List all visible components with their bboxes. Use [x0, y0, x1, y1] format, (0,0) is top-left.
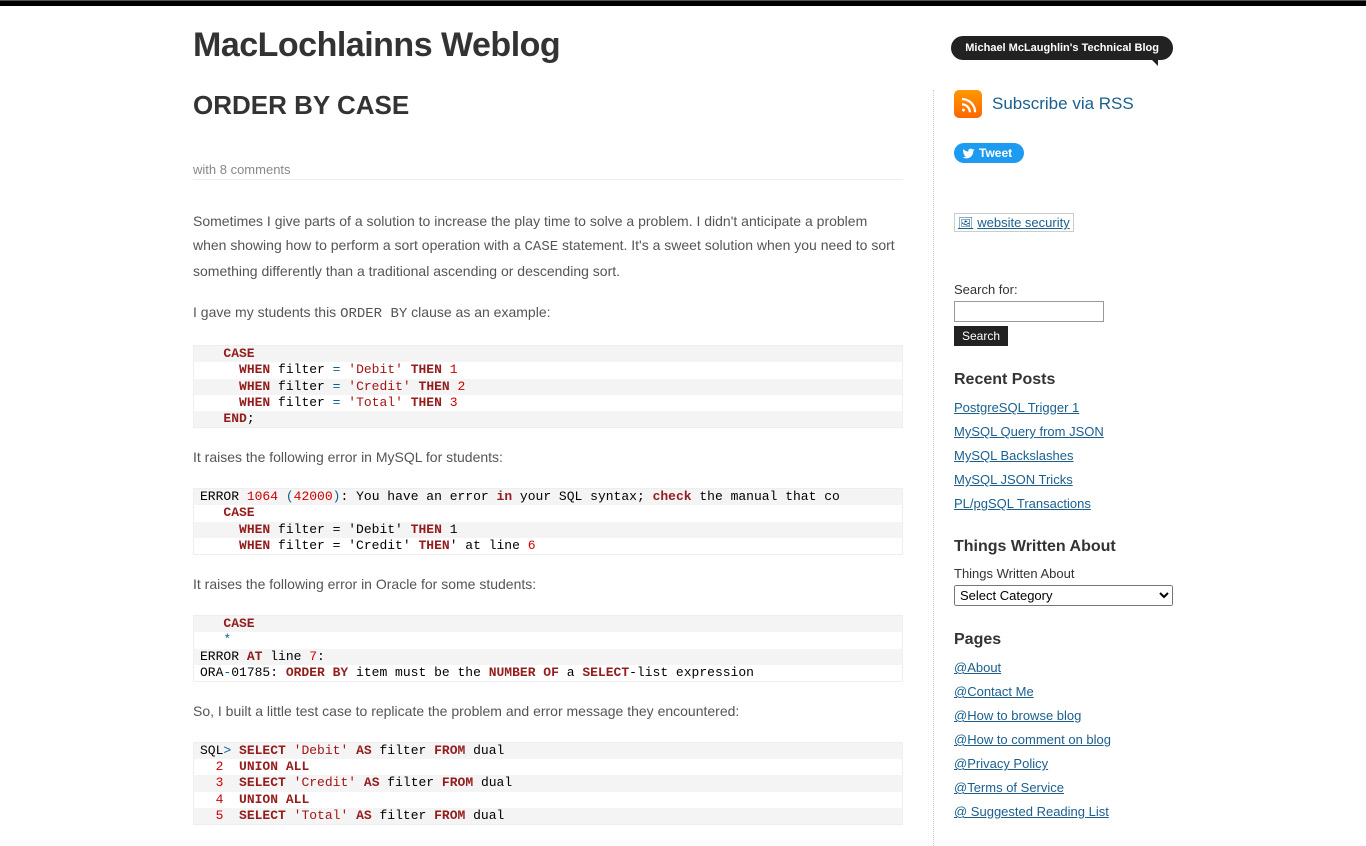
- recent-posts-list: PostgreSQL Trigger 1 MySQL Query from JS…: [954, 399, 1173, 513]
- tweet-button[interactable]: Tweet: [954, 143, 1024, 163]
- post-title: ORDER BY CASE: [193, 90, 903, 121]
- list-item: MySQL Query from JSON: [954, 423, 1173, 441]
- list-item: MySQL Backslashes: [954, 447, 1173, 465]
- list-item: @Privacy Policy: [954, 755, 1173, 773]
- tweet-widget: Tweet: [954, 143, 1173, 188]
- list-item: @About: [954, 659, 1173, 677]
- sidebar: Subscribe via RSS Tweet website security…: [933, 90, 1173, 846]
- pages-widget: Pages @About @Contact Me @How to browse …: [954, 631, 1173, 821]
- paragraph: So, I built a little test case to replic…: [193, 700, 903, 724]
- rss-link[interactable]: Subscribe via RSS: [992, 94, 1134, 114]
- search-label: Search for:: [954, 282, 1173, 297]
- code-block-4: SQL> SELECT 'Debit' AS filter FROM dual …: [193, 742, 903, 825]
- paragraph: It raises the following error in Oracle …: [193, 573, 903, 597]
- search-input[interactable]: [954, 301, 1104, 322]
- list-item: @Contact Me: [954, 683, 1173, 701]
- list-item: PL/pgSQL Transactions: [954, 495, 1173, 513]
- rss-subscribe[interactable]: Subscribe via RSS: [954, 90, 1173, 118]
- website-security-link[interactable]: website security: [954, 213, 1074, 232]
- post-body: Sometimes I give parts of a solution to …: [193, 210, 903, 825]
- list-item: @Terms of Service: [954, 779, 1173, 797]
- comments-count: with 8 comments: [193, 162, 903, 180]
- pages-list: @About @Contact Me @How to browse blog @…: [954, 659, 1173, 821]
- search-widget: Search for: Search: [954, 282, 1173, 346]
- recent-posts-title: Recent Posts: [954, 371, 1173, 389]
- paragraph: I gave my students this ORDER BY clause …: [193, 301, 903, 327]
- content-wrap: ORDER BY CASE with 8 comments Sometimes …: [193, 90, 1173, 846]
- security-widget: website security: [954, 213, 1173, 257]
- code-block-3: CASE *ERROR AT line 7:ORA-01785: ORDER B…: [193, 615, 903, 682]
- main-column: ORDER BY CASE with 8 comments Sometimes …: [193, 90, 903, 846]
- list-item: PostgreSQL Trigger 1: [954, 399, 1173, 417]
- list-item: @How to comment on blog: [954, 731, 1173, 749]
- categories-label: Things Written About: [954, 566, 1173, 581]
- categories-title: Things Written About: [954, 538, 1173, 556]
- tagline-bubble: Michael McLaughlin's Technical Blog: [951, 36, 1173, 60]
- header: MacLochlainns Weblog Michael McLaughlin'…: [193, 26, 1173, 65]
- twitter-icon: [962, 147, 975, 160]
- pages-title: Pages: [954, 631, 1173, 649]
- search-button[interactable]: Search: [954, 326, 1008, 346]
- list-item: @ Suggested Reading List: [954, 803, 1173, 821]
- code-block-1: CASE WHEN filter = 'Debit' THEN 1 WHEN f…: [193, 345, 903, 428]
- paragraph: It raises the following error in MySQL f…: [193, 446, 903, 470]
- recent-posts-widget: Recent Posts PostgreSQL Trigger 1 MySQL …: [954, 371, 1173, 513]
- category-select[interactable]: Select Category: [954, 585, 1173, 606]
- rss-icon: [954, 90, 982, 118]
- paragraph: Sometimes I give parts of a solution to …: [193, 210, 903, 283]
- inline-code: CASE: [525, 239, 559, 255]
- inline-code: ORDER BY: [340, 306, 407, 322]
- list-item: @How to browse blog: [954, 707, 1173, 725]
- categories-widget: Things Written About Things Written Abou…: [954, 538, 1173, 606]
- list-item: MySQL JSON Tricks: [954, 471, 1173, 489]
- page-container: MacLochlainns Weblog Michael McLaughlin'…: [193, 6, 1173, 846]
- code-block-2: ERROR 1064 (42000): You have an error in…: [193, 488, 903, 555]
